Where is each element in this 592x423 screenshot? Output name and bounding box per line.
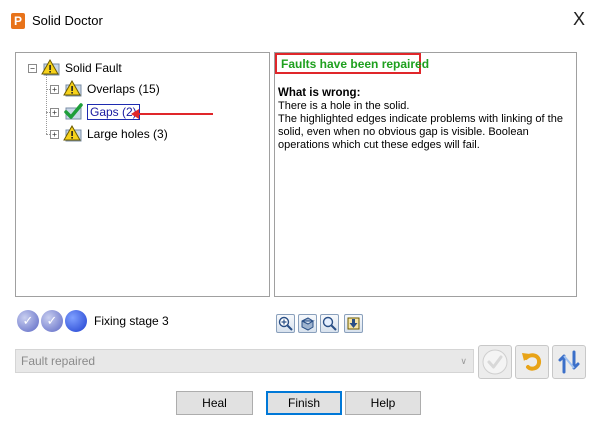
fault-description: There is a hole in the solid. The highli… <box>278 100 574 152</box>
annotation-arrow-head-icon <box>131 109 139 119</box>
expand-toggle[interactable]: + <box>50 107 59 117</box>
zoom-fit-button[interactable] <box>320 314 339 333</box>
tree-node-label: Overlaps (15) <box>87 82 160 96</box>
fault-tree[interactable]: − Solid Fault + Overlaps (15) + Gaps (2)… <box>15 52 270 297</box>
tree-node-large-holes[interactable]: + Large holes (3) <box>50 124 168 144</box>
accept-fix-button[interactable] <box>478 345 512 379</box>
warning-sign-icon <box>63 124 83 143</box>
check-circle-icon <box>482 349 508 375</box>
zoom-in-button[interactable] <box>276 314 295 333</box>
redo-repair-button[interactable] <box>552 345 586 379</box>
stage-complete-check-icon: ✓ <box>17 310 39 332</box>
close-button[interactable]: X <box>573 9 585 29</box>
help-button[interactable]: Help <box>345 391 421 415</box>
chevron-down-icon: ∨ <box>460 356 467 366</box>
tree-connector <box>46 75 47 134</box>
title-bar: P Solid Doctor X <box>0 0 592 40</box>
expand-toggle[interactable]: + <box>50 129 59 139</box>
window-title: Solid Doctor <box>32 13 103 28</box>
undo-button[interactable] <box>515 345 549 379</box>
stage-current-dot-icon <box>65 310 87 332</box>
green-check-shield-icon <box>63 103 83 121</box>
fault-status-value: Fault repaired <box>21 354 96 368</box>
collapse-toggle[interactable]: − <box>28 63 37 73</box>
app-logo-icon: P <box>11 13 25 29</box>
heal-button[interactable]: Heal <box>176 391 253 415</box>
annotation-arrow-line <box>137 113 213 115</box>
what-is-wrong-heading: What is wrong: <box>278 87 361 99</box>
fixing-stage-indicator: ✓ ✓ Fixing stage 3 <box>17 310 169 332</box>
description-line: There is a hole in the solid. <box>278 100 410 112</box>
finish-button[interactable]: Finish <box>266 391 342 415</box>
description-line: The highlighted edges indicate problems … <box>278 113 563 151</box>
tree-node-label: Solid Fault <box>65 61 122 75</box>
status-message: Faults have been repaired <box>281 57 430 71</box>
undo-arrow-icon <box>522 353 542 371</box>
magnifier-icon <box>322 316 337 331</box>
swap-arrows-icon <box>558 350 580 374</box>
tree-node-label: Large holes (3) <box>87 127 168 141</box>
fault-status-select[interactable]: Fault repaired ∨ <box>15 349 474 373</box>
export-arrow-icon <box>347 317 360 330</box>
warning-sign-icon <box>63 79 83 98</box>
stage-complete-check-icon: ✓ <box>41 310 63 332</box>
status-highlight-box: Faults have been repaired <box>275 53 429 74</box>
warning-sign-icon <box>41 58 61 77</box>
tree-node-gaps[interactable]: + Gaps (2) <box>50 102 140 122</box>
zoom-in-icon <box>278 316 293 331</box>
export-button[interactable] <box>344 314 363 333</box>
view-solid-icon <box>301 317 315 331</box>
tree-node-root[interactable]: − Solid Fault <box>28 58 122 78</box>
tree-node-overlaps[interactable]: + Overlaps (15) <box>50 79 160 99</box>
view-solid-button[interactable] <box>298 314 317 333</box>
expand-toggle[interactable]: + <box>50 84 59 94</box>
stage-label: Fixing stage 3 <box>94 314 169 328</box>
